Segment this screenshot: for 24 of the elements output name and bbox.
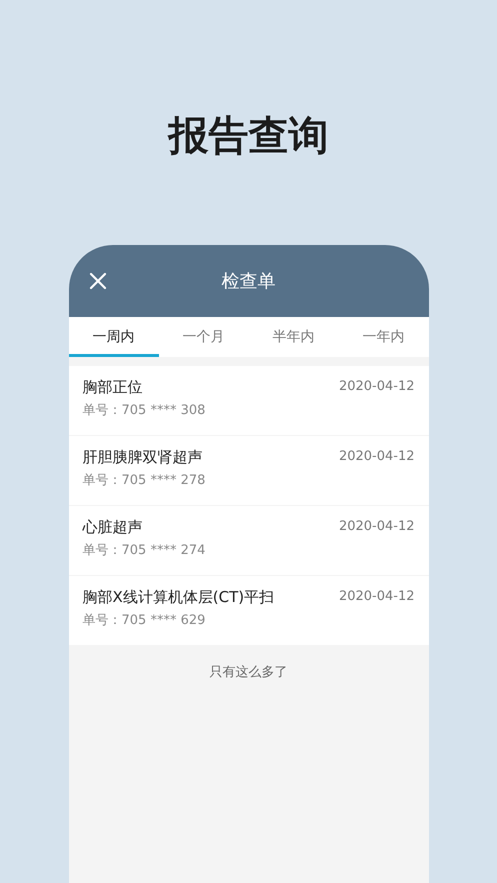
report-date: 2020-04-12: [338, 378, 414, 396]
report-name: 胸部正位: [82, 377, 144, 398]
period-tab[interactable]: 一年内: [338, 317, 428, 357]
period-tab[interactable]: 一个月: [158, 317, 248, 357]
report-date: 2020-04-12: [338, 448, 414, 466]
report-row[interactable]: 胸部正位 单号：705 **** 308 2020-04-12: [68, 366, 428, 435]
report-row[interactable]: 肝胆胰脾双肾超声 单号：705 **** 278 2020-04-12: [68, 436, 428, 505]
report-number: 单号：705 **** 278: [82, 472, 206, 490]
report-row[interactable]: 心脏超声 单号：705 **** 274 2020-04-12: [68, 506, 428, 575]
end-of-list-text: 只有这么多了: [210, 664, 288, 682]
header-title: 检查单: [222, 270, 276, 294]
report-number: 单号：705 **** 274: [82, 542, 206, 560]
period-tab[interactable]: 半年内: [248, 317, 338, 357]
report-name: 心脏超声: [82, 517, 144, 538]
close-icon: [88, 272, 106, 290]
period-tab[interactable]: 一周内: [68, 317, 158, 357]
report-date: 2020-04-12: [338, 518, 414, 536]
report-name: 胸部X线计算机体层(CT)平扫: [82, 587, 274, 608]
report-number: 单号：705 **** 629: [82, 612, 206, 630]
page-headline: 报告查询: [168, 112, 328, 160]
report-row[interactable]: 胸部X线计算机体层(CT)平扫 单号：705 **** 629 2020-04-12: [68, 576, 428, 645]
report-name: 肝胆胰脾双肾超声: [82, 447, 204, 468]
report-date: 2020-04-12: [338, 588, 414, 606]
report-number: 单号：705 **** 308: [82, 402, 206, 420]
